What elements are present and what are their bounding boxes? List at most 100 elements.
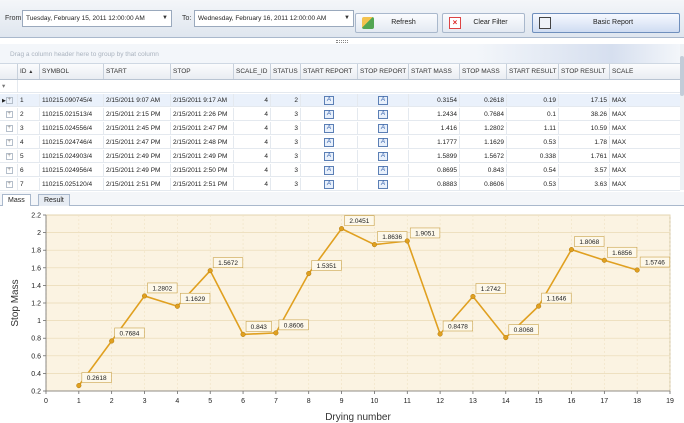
data-point[interactable] [339,226,345,232]
tab-result[interactable]: Result [38,194,70,206]
data-point[interactable] [141,293,148,299]
report-icon[interactable]: A [378,151,388,161]
column-header-stop-mass[interactable]: STOP MASS [460,64,507,79]
chevron-down-icon[interactable]: ▼ [344,11,350,26]
cell-stop-report[interactable]: A [358,178,409,190]
cell-start-report[interactable]: A [301,150,358,162]
data-point[interactable] [207,268,213,274]
column-header-start-report[interactable]: START REPORT [301,64,358,79]
report-icon[interactable]: A [324,151,334,161]
basic-report-button[interactable]: Basic Report [532,13,680,33]
data-point[interactable] [240,331,246,337]
row-expander[interactable]: + [0,150,18,162]
report-icon[interactable]: A [378,179,388,189]
cell-stop-report[interactable]: A [358,108,409,120]
mass-line-chart: 0.20.40.60.811.21.41.61.822.20 1 2 3 4 5 6 7 8 9 1… [10,213,674,423]
cell-start-report[interactable]: A [301,178,358,190]
report-icon[interactable]: A [378,123,388,133]
cell-stop-report[interactable]: A [358,164,409,176]
splitter-grip[interactable] [336,40,348,43]
cell-scale-id: 4 [234,178,271,190]
expand-icon[interactable]: + [5,96,13,104]
report-icon[interactable]: A [324,165,334,175]
table-row[interactable]: +5 110215.024903/4 2/15/2011 2:49 PM 2/15/2… [0,150,680,163]
x-tick-label: 13 [469,398,477,405]
column-header-start-mass[interactable]: START MASS [409,64,460,79]
data-point[interactable] [109,338,115,344]
cell-scale-id: 4 [234,94,271,106]
cell-start-report[interactable]: A [301,94,358,106]
table-row[interactable]: ▶ +1 110215.090745/4 2/15/2011 9:07 AM 2/15/… [0,94,680,107]
report-icon[interactable]: A [378,137,388,147]
row-expander[interactable]: ▶ + [0,94,18,106]
data-point[interactable] [503,335,509,341]
filter-row-icon: ▾ [0,80,18,92]
table-row[interactable]: +2 110215.021513/4 2/15/2011 2:15 PM 2/15/2… [0,108,680,121]
data-point[interactable] [76,383,82,389]
data-point[interactable] [568,247,575,253]
cell-start-report[interactable]: A [301,122,358,134]
to-date-combo[interactable]: Wednesday, February 16, 2011 12:00:00 AM… [194,10,354,27]
from-date-combo[interactable]: Tuesday, February 15, 2011 12:00:00 AM ▼ [22,10,172,27]
expand-icon[interactable]: + [5,180,13,188]
expand-icon[interactable]: + [5,152,13,160]
column-header-stop-report[interactable]: STOP REPORT [358,64,409,79]
auto-filter-row[interactable]: ▾ [0,80,680,93]
column-header-status[interactable]: STATUS [271,64,301,79]
column-header-id[interactable]: ID ▲ [18,64,40,79]
data-point[interactable] [437,331,443,337]
row-expander[interactable]: + [0,164,18,176]
report-icon[interactable]: A [324,123,334,133]
report-icon[interactable]: A [324,109,334,119]
expand-icon[interactable]: + [5,166,13,174]
cell-stop-report[interactable]: A [358,122,409,134]
cell-stop-report[interactable]: A [358,136,409,148]
report-icon[interactable]: A [324,95,334,105]
data-point[interactable] [306,270,312,277]
data-point[interactable] [470,293,476,300]
row-expander[interactable]: + [0,136,18,148]
report-icon[interactable]: A [378,95,388,105]
column-header-symbol[interactable]: SYMBOL [40,64,104,79]
report-icon[interactable]: A [378,165,388,175]
expand-icon[interactable]: + [5,138,13,146]
cell-start-report[interactable]: A [301,136,358,148]
column-header-start[interactable]: START [104,64,171,79]
data-point[interactable] [174,303,180,309]
report-icon[interactable]: A [324,137,334,147]
data-point[interactable] [601,257,607,263]
column-header-stop-result[interactable]: STOP RESULT [559,64,610,79]
data-point[interactable] [404,238,410,244]
column-header-scale[interactable]: SCALE [610,64,680,79]
column-header-start-result[interactable]: START RESULT [507,64,559,79]
table-row[interactable]: +4 110215.024746/4 2/15/2011 2:47 PM 2/15/2… [0,136,680,149]
cell-stop-report[interactable]: A [358,94,409,106]
data-point[interactable] [273,330,279,336]
data-point[interactable] [371,242,377,248]
report-icon[interactable]: A [324,179,334,189]
grid-vertical-scrollbar[interactable] [680,44,684,190]
row-expander[interactable]: + [0,122,18,134]
data-point[interactable] [634,267,640,273]
row-expander[interactable]: + [0,178,18,190]
clear-filter-button[interactable]: × Clear Filter [442,13,525,33]
table-row[interactable]: +7 110215.025120/4 2/15/2011 2:51 PM 2/15/2… [0,178,680,191]
cell-start: 2/15/2011 2:51 PM [104,178,171,190]
group-by-panel[interactable]: Drag a column header here to group by th… [0,44,680,64]
cell-start-report[interactable]: A [301,164,358,176]
expand-icon[interactable]: + [5,110,13,118]
column-header-stop[interactable]: STOP [171,64,234,79]
column-header-scale-id[interactable]: SCALE_ID [234,64,271,79]
cell-stop-report[interactable]: A [358,150,409,162]
report-icon[interactable]: A [378,109,388,119]
chevron-down-icon[interactable]: ▼ [162,11,168,26]
x-tick-label: 12 [436,398,444,405]
expand-icon[interactable]: + [5,124,13,132]
row-expander[interactable]: + [0,108,18,120]
table-row[interactable]: +3 110215.024556/4 2/15/2011 2:45 PM 2/15/2… [0,122,680,135]
cell-start-report[interactable]: A [301,108,358,120]
scrollbar-thumb[interactable] [680,56,684,96]
data-point[interactable] [536,303,542,309]
table-row[interactable]: +6 110215.024956/4 2/15/2011 2:49 PM 2/15/2… [0,164,680,177]
refresh-button[interactable]: Refresh [355,13,438,33]
